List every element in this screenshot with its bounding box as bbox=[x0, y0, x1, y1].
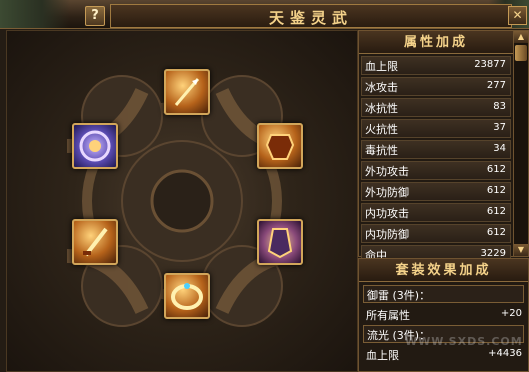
gear-panel bbox=[6, 30, 358, 372]
close-button[interactable]: ✕ bbox=[508, 6, 527, 25]
attribute-value: 34 bbox=[493, 143, 506, 154]
equip-slot-right-lower[interactable] bbox=[257, 219, 303, 265]
attribute-value: 23877 bbox=[474, 59, 506, 70]
attribute-value: 612 bbox=[486, 227, 506, 238]
help-button[interactable]: ? bbox=[85, 6, 105, 26]
attribute-value: 277 bbox=[486, 80, 506, 91]
scroll-up-button[interactable]: ▲ bbox=[514, 31, 528, 43]
scroll-thumb[interactable] bbox=[515, 45, 527, 61]
attribute-row: 火抗性 37 bbox=[361, 119, 511, 138]
shield-orb-icon bbox=[79, 130, 111, 162]
spear-icon bbox=[174, 78, 200, 106]
set-bonus-line: 所有属性 +20 bbox=[366, 308, 522, 322]
attribute-row: 外功防御 612 bbox=[361, 182, 511, 201]
attribute-header: 属性加成 bbox=[359, 31, 513, 54]
attribute-label: 外功防御 bbox=[365, 186, 409, 199]
attribute-label: 血上限 bbox=[365, 60, 398, 73]
attribute-row: 冰抗性 83 bbox=[361, 98, 511, 117]
attribute-scrollbar[interactable]: ▲ ▼ bbox=[513, 30, 529, 257]
scroll-down-button[interactable]: ▼ bbox=[514, 244, 528, 256]
title-bar-ornament-left bbox=[0, 0, 70, 28]
attribute-row: 毒抗性 34 bbox=[361, 140, 511, 159]
attribute-value: 612 bbox=[486, 185, 506, 196]
attribute-label: 内功攻击 bbox=[365, 207, 409, 220]
title-plate: 天鉴灵武 bbox=[110, 4, 512, 28]
attribute-label: 外功攻击 bbox=[365, 165, 409, 178]
attribute-list: 血上限 23877 冰攻击 277 冰抗性 83 火抗性 37 毒抗性 34 外功攻击 612 外功防御… bbox=[359, 56, 513, 285]
attribute-label: 内功防御 bbox=[365, 228, 409, 241]
armor-icon bbox=[265, 134, 295, 160]
attribute-label: 冰攻击 bbox=[365, 81, 398, 94]
attribute-row: 内功防御 612 bbox=[361, 224, 511, 243]
set-bonus-header: 套装效果加成 bbox=[359, 259, 528, 282]
attribute-row: 外功攻击 612 bbox=[361, 161, 511, 180]
equip-slot-left-lower[interactable] bbox=[72, 219, 118, 265]
equip-slot-top[interactable] bbox=[164, 69, 210, 115]
equip-slot-bottom[interactable] bbox=[164, 273, 210, 319]
watermark: WWW.SXDS.COM bbox=[405, 335, 523, 348]
blade-icon bbox=[83, 227, 108, 257]
attribute-value: 612 bbox=[486, 164, 506, 175]
equip-slot-left-upper[interactable] bbox=[72, 123, 118, 169]
attribute-row: 冰攻击 277 bbox=[361, 77, 511, 96]
attribute-value: 83 bbox=[493, 101, 506, 112]
title-bar: ? 天鉴灵武 ✕ bbox=[0, 0, 529, 29]
set-bonus-line: 血上限 +4436 bbox=[366, 348, 522, 362]
gauntlet-icon bbox=[267, 228, 293, 259]
attribute-value: 37 bbox=[493, 122, 506, 133]
window-title: 天鉴灵武 bbox=[268, 9, 353, 27]
attribute-panel: 属性加成 血上限 23877 冰攻击 277 冰抗性 83 火抗性 37 毒抗性 34 外功攻击 61… bbox=[358, 30, 514, 285]
attribute-label: 火抗性 bbox=[365, 123, 398, 136]
equip-slot-right-upper[interactable] bbox=[257, 123, 303, 169]
attribute-value: 612 bbox=[486, 206, 506, 217]
attribute-row: 内功攻击 612 bbox=[361, 203, 511, 222]
tianjian-lingwu-window: ? 天鉴灵武 ✕ 属性加成 血上限 23877 冰攻击 277 冰抗性 83 火… bbox=[0, 0, 529, 372]
set-bonus-panel: 套装效果加成 御雷 (3件)： 所有属性 +20 流光 (3件)： 血上限 +4… bbox=[358, 258, 529, 372]
attribute-label: 毒抗性 bbox=[365, 144, 398, 157]
ring-icon bbox=[171, 283, 203, 310]
attribute-label: 冰抗性 bbox=[365, 102, 398, 115]
attribute-row: 血上限 23877 bbox=[361, 56, 511, 75]
set-name: 御雷 (3件)： bbox=[363, 285, 524, 303]
